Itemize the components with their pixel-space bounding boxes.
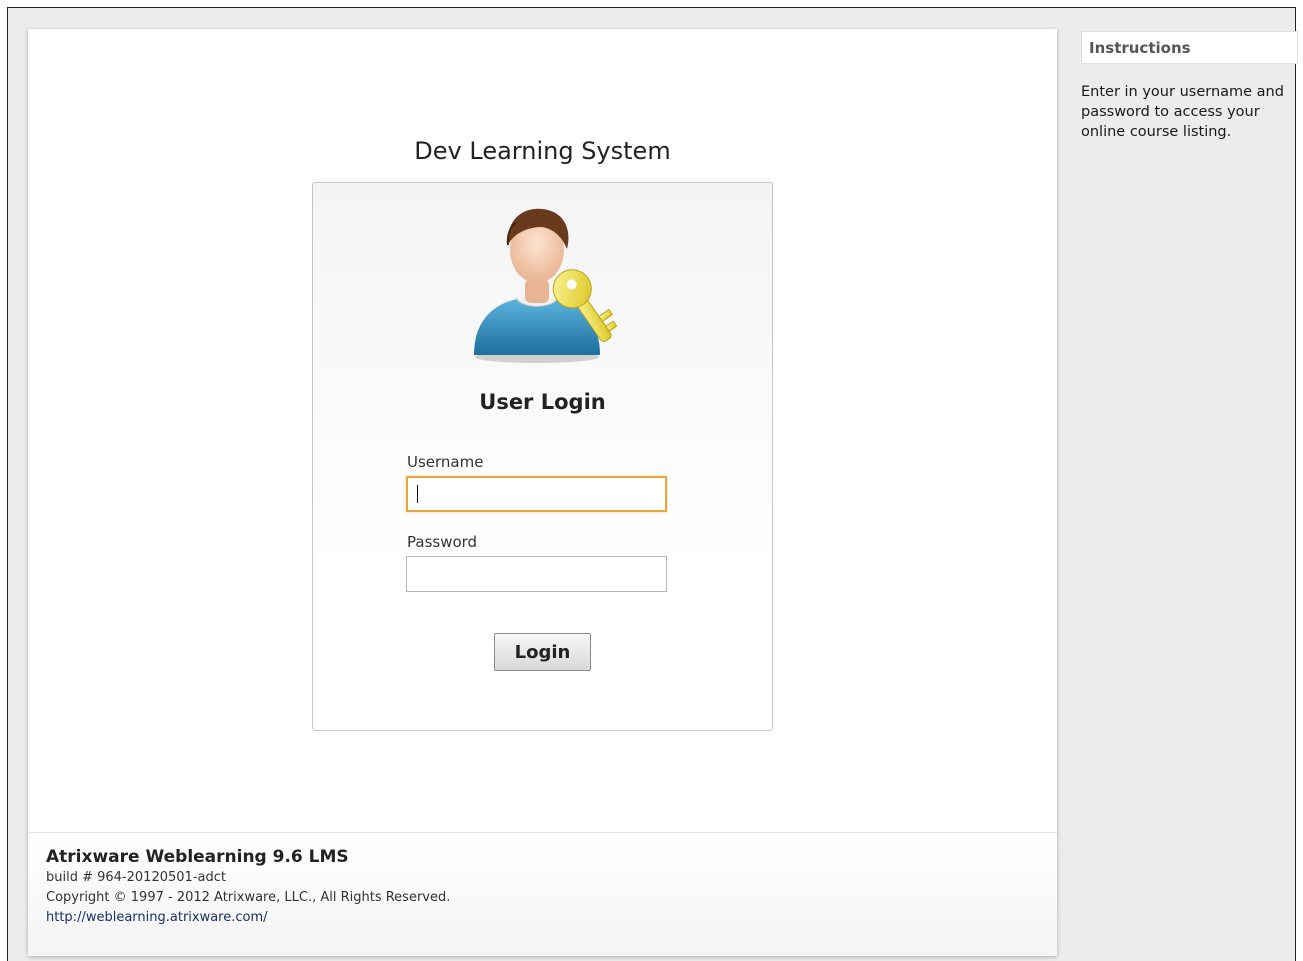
username-input[interactable] (406, 476, 667, 512)
instructions-text: Enter in your username and password to a… (1081, 84, 1284, 140)
footer: Atrixware Weblearning 9.6 LMS build # 96… (28, 833, 1057, 956)
footer-product-name: Atrixware Weblearning 9.6 LMS (46, 847, 349, 867)
instructions-header: Instructions (1081, 31, 1298, 64)
login-button[interactable]: Login (494, 633, 591, 671)
user-key-icon (474, 208, 618, 363)
window-frame: Dev Learning System User Login Username … (7, 7, 1298, 961)
site-title: Dev Learning System (414, 137, 671, 165)
login-heading: User Login (479, 390, 606, 414)
footer-build: build # 964-20120501-adct (46, 870, 226, 885)
main-panel: Dev Learning System User Login Username … (28, 29, 1057, 956)
footer-link[interactable]: http://weblearning.atrixware.com/ (46, 910, 268, 925)
footer-copyright: Copyright © 1997 - 2012 Atrixware, LLC.,… (46, 890, 451, 905)
password-input[interactable] (406, 556, 667, 592)
login-box: User Login Username Password Login (312, 182, 773, 731)
password-label: Password (407, 533, 478, 551)
username-label: Username (407, 453, 484, 471)
instructions-sidebar: Instructions Enter in your username and … (1071, 8, 1303, 961)
text-caret (417, 485, 418, 503)
